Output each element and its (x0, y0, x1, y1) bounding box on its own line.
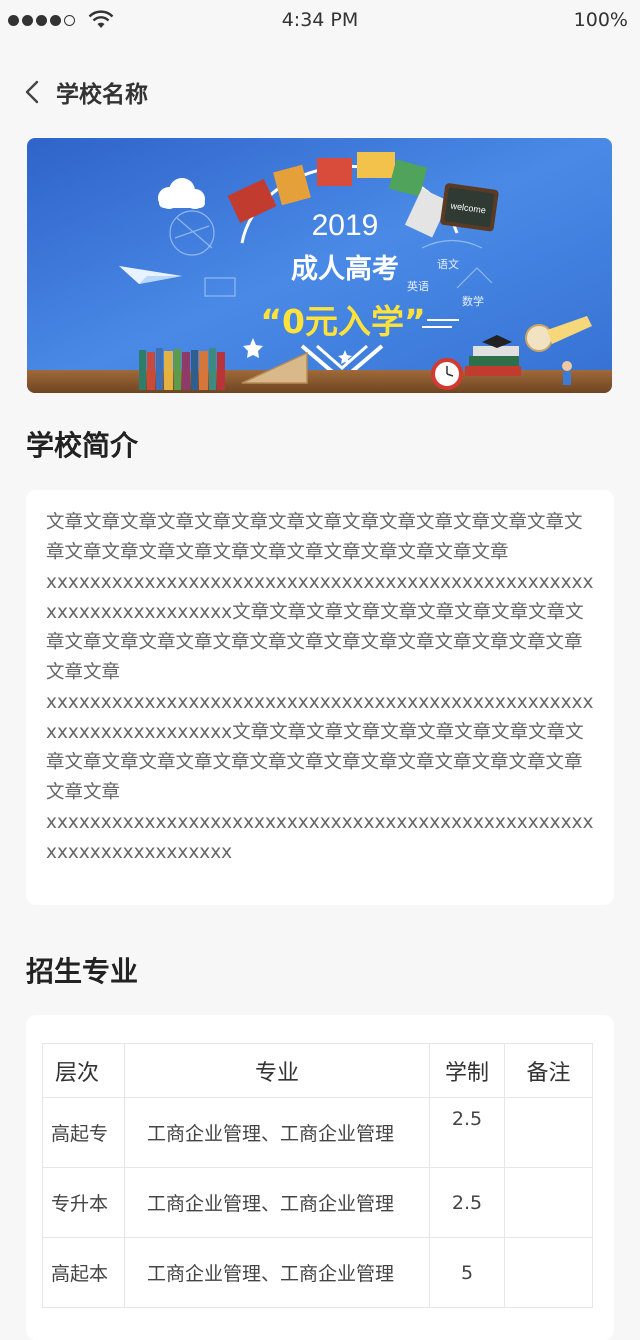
nav-bar: 学校名称 (0, 62, 640, 122)
back-arrow-icon[interactable] (20, 79, 46, 105)
page-title: 学校名称 (56, 82, 148, 108)
wifi-icon (88, 10, 114, 28)
banner-headline: 成人高考 (291, 253, 399, 285)
intro-card: 文章文章文章文章文章文章文章文章文章文章文章文章文章文章文章文章文章文章文章文章… (26, 490, 614, 905)
promo-banner[interactable]: welcome 语文 英语 数学 2019 成人高考 “0元入学” (27, 138, 612, 393)
intro-paragraph: xxxxxxxxxxxxxxxxxxxxxxxxxxxxxxxxxxxxxxxx… (46, 572, 594, 683)
cell-years: 2.5 (429, 1167, 505, 1238)
cell-level: 高起专 (42, 1097, 125, 1168)
intro-paragraph: xxxxxxxxxxxxxxxxxxxxxxxxxxxxxxxxxxxxxxxx… (46, 692, 594, 803)
table-row: 高起本 工商企业管理、工商企业管理 5 (42, 1237, 593, 1308)
cell-note (504, 1237, 593, 1308)
status-bar: 4:34 PM 100% (0, 0, 640, 40)
cell-major: 工商企业管理、工商企业管理 (124, 1097, 430, 1168)
majors-table: 层次 专业 学制 备注 高起专 工商企业管理、工商企业管理 2.5 专升本 工商… (42, 1043, 593, 1308)
intro-paragraph: xxxxxxxxxxxxxxxxxxxxxxxxxxxxxxxxxxxxxxxx… (46, 812, 594, 863)
cell-years: 2.5 (429, 1097, 505, 1168)
cell-major: 工商企业管理、工商企业管理 (124, 1167, 430, 1238)
cell-level: 专升本 (42, 1167, 125, 1238)
majors-section-title: 招生专业 (26, 955, 139, 988)
table-row: 高起专 工商企业管理、工商企业管理 2.5 (42, 1097, 593, 1168)
table-row: 专升本 工商企业管理、工商企业管理 2.5 (42, 1167, 593, 1238)
majors-card: 层次 专业 学制 备注 高起专 工商企业管理、工商企业管理 2.5 专升本 工商… (26, 1015, 614, 1340)
banner-word-3: 数学 (462, 294, 484, 308)
cell-years: 5 (429, 1237, 505, 1308)
header-years: 学制 (429, 1043, 505, 1098)
banner-illustration: welcome 语文 英语 数学 2019 成人高考 “0元入学” (27, 138, 612, 393)
intro-section-title: 学校简介 (26, 429, 139, 462)
cell-major: 工商企业管理、工商企业管理 (124, 1237, 430, 1308)
signal-strength-icon (8, 10, 114, 30)
header-note: 备注 (504, 1043, 593, 1098)
banner-slogan: “0元入学” (260, 302, 425, 341)
banner-word-1: 语文 (437, 257, 459, 271)
cell-level: 高起本 (42, 1237, 125, 1308)
table-header-row: 层次 专业 学制 备注 (42, 1043, 593, 1098)
header-major: 专业 (124, 1043, 430, 1098)
battery-level: 100% (573, 9, 628, 31)
banner-year: 2019 (312, 209, 379, 242)
cell-note (504, 1167, 593, 1238)
cell-note (504, 1097, 593, 1168)
header-level: 层次 (42, 1043, 125, 1098)
banner-word-2: 英语 (407, 279, 429, 293)
intro-paragraph: 文章文章文章文章文章文章文章文章文章文章文章文章文章文章文章文章文章文章文章文章… (46, 512, 583, 563)
